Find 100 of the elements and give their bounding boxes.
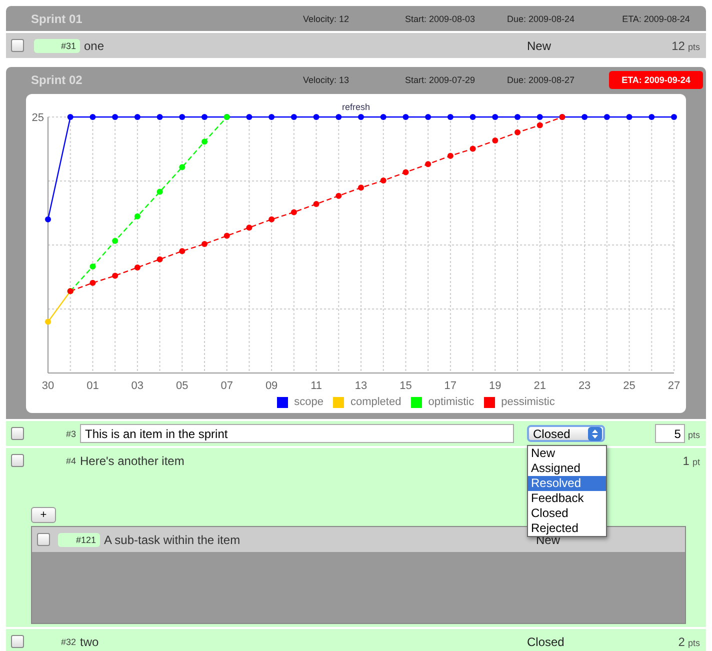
point [224, 232, 230, 239]
checkbox[interactable] [37, 533, 50, 546]
point [358, 114, 364, 120]
x-tick-label: 19 [489, 380, 502, 392]
points-unit: pts [688, 42, 700, 52]
x-tick-label: 23 [578, 380, 591, 392]
checkbox[interactable] [11, 454, 24, 467]
point [290, 209, 297, 216]
menu-option[interactable]: New [528, 446, 606, 461]
point [536, 114, 543, 120]
item-status: New [527, 38, 552, 52]
menu-option[interactable]: Closed [528, 506, 606, 521]
point [514, 129, 520, 136]
point [604, 114, 610, 120]
point [202, 138, 208, 145]
points-unit: pt [692, 456, 700, 466]
y-tick-label: 25 [32, 112, 44, 124]
title-input[interactable]: This is an item in the sprint [80, 424, 514, 443]
x-tick-label: 09 [265, 380, 278, 392]
point [425, 161, 432, 168]
point [648, 114, 655, 120]
x-tick-label: 13 [354, 380, 368, 392]
point [134, 213, 140, 220]
point [447, 152, 454, 159]
checkbox[interactable] [11, 427, 24, 440]
menu-option[interactable]: Assigned [528, 461, 606, 476]
point [112, 114, 118, 120]
x-tick-label: 17 [444, 380, 457, 392]
refresh-link[interactable]: refresh [342, 102, 370, 112]
subtask-title: A sub-task within the item [104, 532, 242, 546]
points-unit: pts [688, 638, 700, 648]
point [90, 264, 96, 270]
point [671, 114, 677, 120]
legend-label: optimistic [428, 396, 474, 408]
item-points: 2 [678, 634, 685, 648]
point [112, 272, 118, 279]
start-date: Start: 2009-08-03 [405, 14, 476, 24]
point [67, 114, 74, 120]
point [246, 224, 252, 231]
checkbox[interactable] [11, 635, 24, 648]
item-status: Closed [527, 634, 564, 648]
point [45, 318, 51, 325]
point [202, 114, 208, 120]
point [380, 177, 386, 184]
sprint-title: Sprint 01 [31, 12, 84, 26]
velocity-label: Velocity: 13 [303, 74, 350, 84]
point [156, 188, 163, 195]
x-tick-label: 15 [400, 380, 412, 392]
x-tick-label: 05 [176, 380, 188, 392]
x-tick-label: 01 [86, 380, 99, 392]
point [492, 138, 498, 144]
point [246, 114, 252, 120]
x-tick-label: 25 [623, 380, 636, 392]
status-select[interactable]: Closed [527, 425, 605, 442]
points-unit: pts [688, 430, 700, 440]
point [45, 216, 51, 222]
item-title: one [84, 38, 106, 52]
point [470, 114, 476, 120]
point [156, 114, 163, 120]
point [112, 238, 118, 244]
point [470, 146, 476, 152]
due-date: Due: 2009-08-24 [507, 14, 576, 24]
x-tick-label: 27 [668, 380, 680, 392]
item-id: #31 [34, 38, 80, 52]
point [202, 240, 208, 247]
point [626, 114, 632, 120]
point [90, 280, 96, 286]
add-subtask-button[interactable]: + [31, 507, 56, 523]
eta-date: ETA: 2009-08-24 [621, 12, 691, 26]
point [313, 114, 320, 120]
point [402, 114, 409, 120]
checkbox[interactable] [11, 39, 24, 52]
point [156, 256, 163, 262]
point [514, 114, 520, 120]
point [402, 169, 409, 176]
x-tick-label: 07 [220, 380, 233, 392]
point [536, 122, 543, 128]
point [492, 114, 498, 120]
point [447, 114, 454, 120]
item-id: #4 [64, 456, 76, 466]
legend-label: pessimistic [501, 396, 555, 408]
point [425, 114, 432, 120]
menu-option[interactable]: Rejected [528, 521, 606, 536]
point [582, 114, 588, 120]
eta-date: ETA: 2009-09-24 [609, 70, 703, 88]
sprint-title: Sprint 02 [31, 72, 84, 86]
item-id: #3 [64, 428, 76, 438]
x-tick-label: 03 [131, 380, 144, 392]
menu-option[interactable]: Feedback [528, 491, 606, 506]
x-tick-label: 30 [42, 380, 54, 392]
item-points: 12 [672, 38, 685, 52]
x-tick-label: 21 [534, 380, 546, 392]
x-tick-label: 11 [310, 380, 322, 392]
velocity-label: Velocity: 12 [303, 14, 350, 24]
point [268, 216, 275, 222]
item-title: Here's another item [80, 454, 186, 468]
point [313, 201, 320, 208]
points-input[interactable]: 5 [654, 424, 685, 443]
item-id: #32 [60, 636, 76, 646]
menu-option[interactable]: Resolved [528, 476, 606, 491]
